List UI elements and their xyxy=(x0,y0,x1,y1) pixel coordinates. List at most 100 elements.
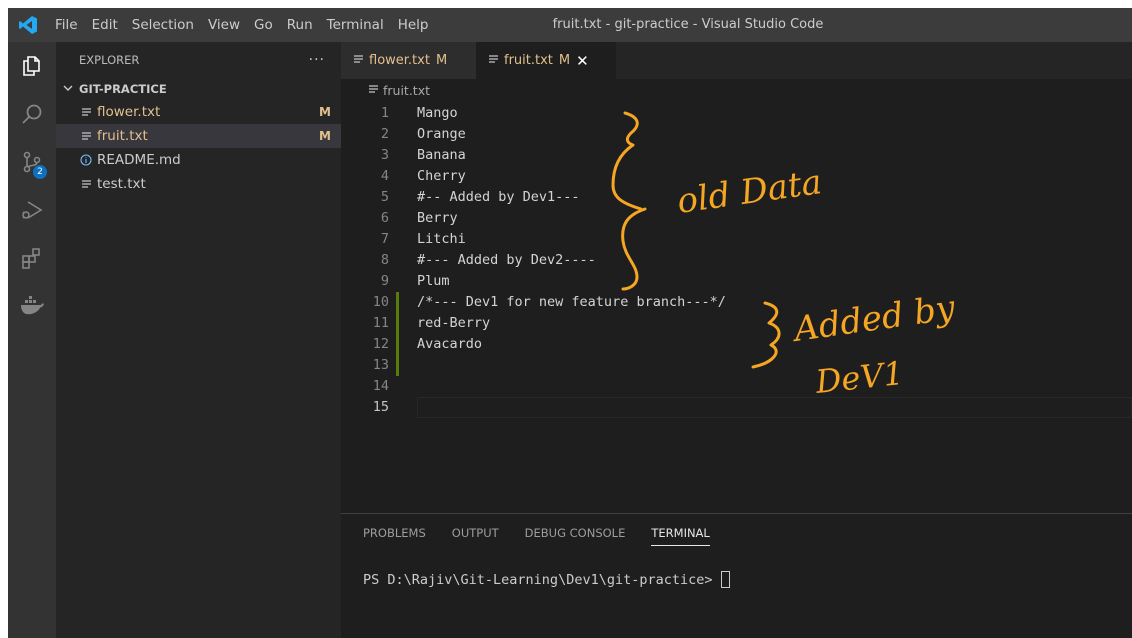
explorer-icon[interactable] xyxy=(8,42,56,90)
current-line-highlight xyxy=(417,397,1132,418)
file-lines-icon xyxy=(353,54,364,68)
git-added-gutter-marker xyxy=(396,355,399,376)
line-number: 14 xyxy=(372,378,389,394)
run-debug-icon[interactable] xyxy=(8,186,56,234)
folder-name: GIT-PRACTICE xyxy=(79,82,167,96)
source-control-badge: 2 xyxy=(33,165,47,179)
menu-go[interactable]: Go xyxy=(247,8,280,42)
bottom-panel: PROBLEMS OUTPUT DEBUG CONSOLE TERMINAL P… xyxy=(341,513,1132,638)
panel-tabs: PROBLEMS OUTPUT DEBUG CONSOLE TERMINAL xyxy=(341,514,1132,552)
explorer-title: EXPLORER xyxy=(79,53,140,67)
terminal-prompt-line[interactable]: PS D:\Rajiv\Git-Learning\Dev1\git-practi… xyxy=(363,571,730,588)
tab-label: fruit.txt xyxy=(504,53,553,68)
code-line[interactable]: 1 Mango xyxy=(341,103,1132,124)
line-number: 8 xyxy=(380,252,389,268)
code-line[interactable]: 8 #--- Added by Dev2---- xyxy=(341,250,1132,271)
more-actions-icon[interactable]: ··· xyxy=(309,42,325,78)
terminal-cursor xyxy=(720,571,730,588)
code-line[interactable]: 10 /*--- Dev1 for new feature branch---*/ xyxy=(341,292,1132,313)
code-editor[interactable]: 1 Mango 2 Orange 3 Banana 4 Cherry 5 #-- Added by… xyxy=(341,101,1132,513)
file-name: fruit.txt xyxy=(97,128,148,144)
code-line[interactable]: 6 Berry xyxy=(341,208,1132,229)
tab-status: M xyxy=(435,53,448,68)
tab-status: M xyxy=(558,53,571,68)
code-line[interactable]: 7 Litchi xyxy=(341,229,1132,250)
source-control-icon[interactable]: 2 xyxy=(8,138,56,186)
chevron-down-icon xyxy=(62,82,76,97)
menu-edit[interactable]: Edit xyxy=(85,8,125,42)
tab-fruit[interactable]: fruit.txt M ✕ xyxy=(476,42,616,79)
vscode-logo-icon xyxy=(8,8,48,42)
activity-bar: 2 xyxy=(8,42,56,638)
title-bar: File Edit Selection View Go Run Terminal… xyxy=(8,8,1132,42)
tab-label: flower.txt xyxy=(369,53,430,68)
line-text: Cherry xyxy=(417,168,466,184)
search-icon[interactable] xyxy=(8,90,56,138)
line-number: 11 xyxy=(372,315,389,331)
file-name: README.md xyxy=(97,152,181,168)
code-line[interactable]: 14 xyxy=(341,376,1132,397)
line-text: /*--- Dev1 for new feature branch---*/ xyxy=(417,294,726,310)
tab-problems[interactable]: PROBLEMS xyxy=(363,514,426,552)
code-line[interactable]: 4 Cherry xyxy=(341,166,1132,187)
close-icon[interactable]: ✕ xyxy=(576,52,589,70)
line-number: 7 xyxy=(380,231,389,247)
menu-file[interactable]: File xyxy=(48,8,85,42)
docker-icon[interactable] xyxy=(8,282,56,330)
file-item-readme[interactable]: README.md xyxy=(56,148,341,172)
line-text: #--- Added by Dev2---- xyxy=(417,252,596,268)
file-item-fruit[interactable]: fruit.txt M xyxy=(56,124,341,148)
code-line[interactable]: 15 xyxy=(341,397,1132,418)
breadcrumb[interactable]: fruit.txt xyxy=(341,79,1132,101)
file-item-test[interactable]: test.txt xyxy=(56,172,341,196)
file-item-flower[interactable]: flower.txt M xyxy=(56,100,341,124)
line-text: red-Berry xyxy=(417,315,491,331)
tab-output[interactable]: OUTPUT xyxy=(452,514,499,552)
menu-terminal[interactable]: Terminal xyxy=(320,8,391,42)
folder-header[interactable]: GIT-PRACTICE xyxy=(56,78,341,100)
code-line[interactable]: 13 xyxy=(341,355,1132,376)
menu-help[interactable]: Help xyxy=(391,8,436,42)
menu-run[interactable]: Run xyxy=(280,8,320,42)
line-text: Mango xyxy=(417,105,458,121)
menu-view[interactable]: View xyxy=(201,8,247,42)
line-number: 2 xyxy=(380,126,389,142)
tab-terminal[interactable]: TERMINAL xyxy=(651,514,711,552)
file-name: flower.txt xyxy=(97,104,161,120)
line-number: 4 xyxy=(380,168,389,184)
tab-debug-console[interactable]: DEBUG CONSOLE xyxy=(525,514,626,552)
editor-tab-bar: flower.txt M fruit.txt M ✕ xyxy=(341,42,1132,79)
terminal-prompt: PS D:\Rajiv\Git-Learning\Dev1\git-practi… xyxy=(363,571,713,588)
code-line[interactable]: 3 Banana xyxy=(341,145,1132,166)
explorer-sidebar: EXPLORER ··· GIT-PRACTICE flower.txt M f… xyxy=(56,42,341,638)
line-number: 6 xyxy=(380,210,389,226)
vscode-window: File Edit Selection View Go Run Terminal… xyxy=(8,8,1132,638)
line-text: Avacardo xyxy=(417,336,483,352)
menu-selection[interactable]: Selection xyxy=(125,8,201,42)
line-text: Berry xyxy=(417,210,458,226)
explorer-header: EXPLORER ··· xyxy=(56,42,341,78)
menu-bar: File Edit Selection View Go Run Terminal… xyxy=(48,8,435,42)
git-added-gutter-marker xyxy=(396,292,399,313)
git-added-gutter-marker xyxy=(396,313,399,334)
line-number: 12 xyxy=(372,336,389,352)
line-number: 3 xyxy=(380,147,389,163)
extensions-icon[interactable] xyxy=(8,234,56,282)
file-lines-icon xyxy=(79,131,93,142)
window-title: fruit.txt - git-practice - Visual Studio… xyxy=(552,17,824,32)
tab-flower[interactable]: flower.txt M xyxy=(341,42,476,79)
git-added-gutter-marker xyxy=(396,334,399,355)
line-text: Orange xyxy=(417,126,466,142)
file-name: test.txt xyxy=(97,176,146,192)
file-lines-icon xyxy=(488,54,499,68)
line-number: 5 xyxy=(380,189,389,205)
file-lines-icon xyxy=(368,83,379,98)
code-line[interactable]: 12 Avacardo xyxy=(341,334,1132,355)
line-number: 1 xyxy=(380,105,389,121)
line-number: 13 xyxy=(372,357,389,373)
code-line[interactable]: 2 Orange xyxy=(341,124,1132,145)
line-text: Banana xyxy=(417,147,466,163)
code-line[interactable]: 11 red-Berry xyxy=(341,313,1132,334)
code-line[interactable]: 9 Plum xyxy=(341,271,1132,292)
code-line[interactable]: 5 #-- Added by Dev1--- xyxy=(341,187,1132,208)
